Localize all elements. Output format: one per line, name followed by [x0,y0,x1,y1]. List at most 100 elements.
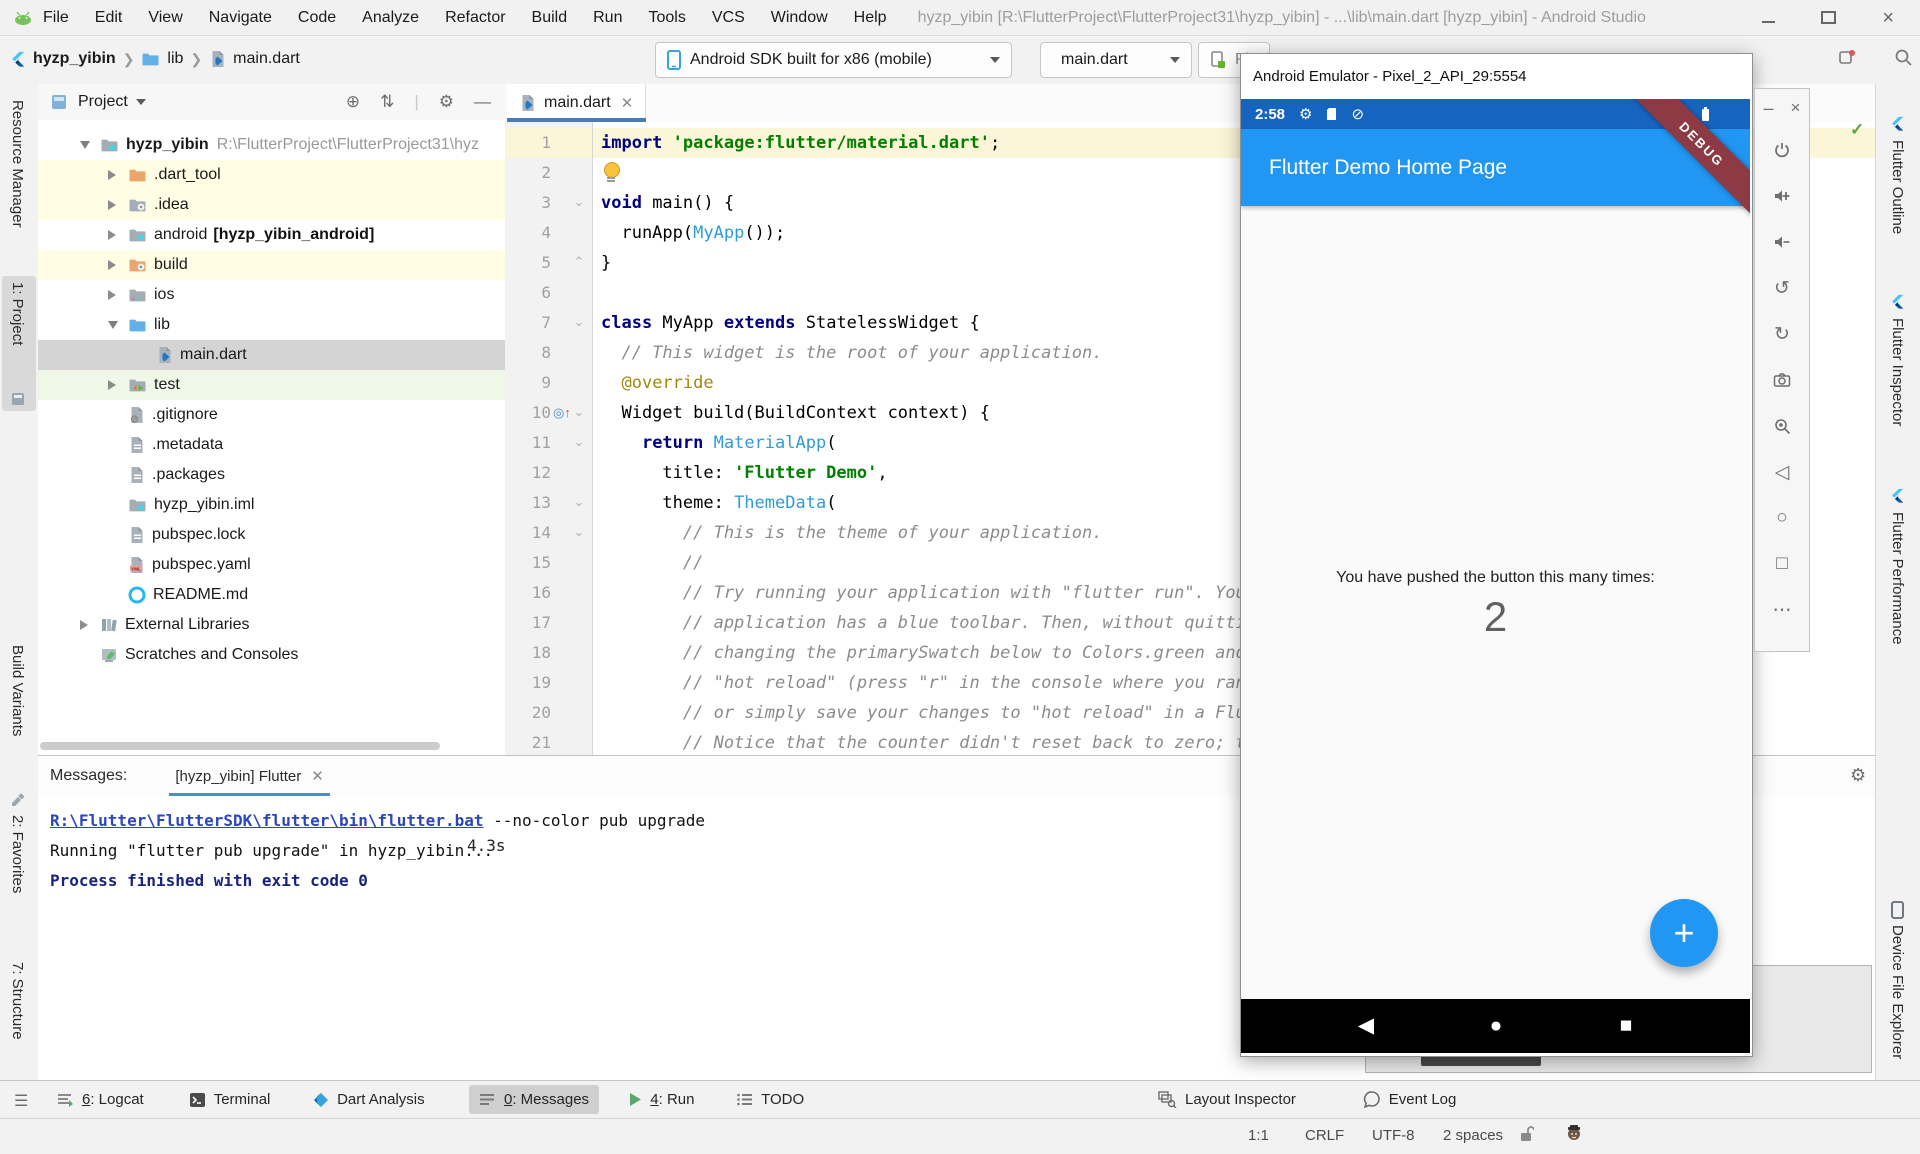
messages-flutter-tab[interactable]: [hyzp_yibin] Flutter ✕ [169,756,329,796]
tree-item-hyzp-yibin[interactable]: hyzp_yibin R:\FlutterProject\FlutterProj… [38,130,505,160]
settings-gear-icon[interactable]: ⚙ [439,92,454,112]
menu-navigate[interactable]: Navigate [196,9,285,27]
collapse-all-icon[interactable]: ⇅ [380,92,394,112]
menu-window[interactable]: Window [758,9,841,27]
notifications-face-icon[interactable] [1565,1124,1583,1142]
emulator-back-icon[interactable]: ◁ [1755,455,1809,489]
fold-marker-icon[interactable]: ⌄ [571,428,587,458]
tree-item-lib[interactable]: lib [38,310,505,340]
fold-marker-icon[interactable]: ⌄ [571,518,587,548]
menu-code[interactable]: Code [285,9,349,27]
tool-window-button-todo[interactable]: TODO [726,1085,814,1114]
tree-item--dart-tool[interactable]: .dart_tool [38,160,505,190]
intention-bulb-icon[interactable] [603,162,619,184]
tree-item-ios[interactable]: ios [38,280,505,310]
editor-tab-main-dart[interactable]: main.dart ✕ [507,84,646,121]
tree-item-pubspec-lock[interactable]: pubspec.lock [38,520,505,550]
menu-view[interactable]: View [135,9,195,27]
status-item-line-ending[interactable]: CRLF [1305,1127,1344,1144]
search-everywhere-icon[interactable] [1894,48,1913,67]
tool-window-button-0-messages[interactable]: 0: Messages [469,1085,599,1114]
emulator-close-icon[interactable]: × [1782,91,1809,125]
menu-file[interactable]: File [30,9,82,27]
chevron-collapsed-icon[interactable] [108,290,126,300]
tool-window-button-4-run[interactable]: 4: Run [618,1085,704,1114]
emulator-rotate-left-icon[interactable]: ↺ [1755,271,1809,305]
fold-marker-icon[interactable]: ⌄ [571,188,587,218]
hide-panel-icon[interactable]: — [474,92,491,112]
attach-debugger-icon[interactable] [1838,48,1856,66]
menu-run[interactable]: Run [580,9,635,27]
fab-increment-button[interactable]: + [1650,899,1718,967]
locate-file-icon[interactable]: ⊕ [346,92,360,112]
menu-vcs[interactable]: VCS [699,9,758,27]
tree-item-build[interactable]: build [38,250,505,280]
emulator-volume-up-icon[interactable] [1755,179,1809,213]
tree-item--gitignore[interactable]: .gitignore [38,400,505,430]
console-file-link[interactable]: R:\Flutter\FlutterSDK\flutter\bin\flutte… [50,811,483,830]
nav-overview-icon[interactable]: ■ [1606,999,1646,1053]
tree-item-scratches-and-consoles[interactable]: Scratches and Consoles [38,640,505,670]
emulator-rotate-right-icon[interactable]: ↻ [1755,317,1809,351]
menu-help[interactable]: Help [841,9,900,27]
stripe-button-flutter-outline[interactable]: Flutter Outline [1889,140,1906,234]
stripe-button-1-project[interactable]: 1: Project [9,282,26,345]
tree-item-hyzp-yibin-iml[interactable]: hyzp_yibin.iml [38,490,505,520]
menu-refactor[interactable]: Refactor [432,9,518,27]
status-item-encoding[interactable]: UTF-8 [1372,1127,1415,1144]
chevron-collapsed-icon[interactable] [80,620,98,630]
emulator-home-icon[interactable]: ○ [1755,501,1809,535]
nav-home-icon[interactable]: ● [1476,999,1516,1053]
close-tab-icon[interactable]: ✕ [311,767,324,785]
close-icon[interactable]: × [1882,12,1894,24]
fold-marker-icon[interactable]: ⌃ [571,248,587,278]
tree-item--metadata[interactable]: .metadata [38,430,505,460]
fold-marker-icon[interactable]: ⌄ [571,308,587,338]
status-item-caret-position[interactable]: 1:1 [1248,1127,1269,1144]
status-button-event-log[interactable]: Event Log [1353,1085,1467,1114]
stripe-button-7-structure[interactable]: 7: Structure [9,962,26,1040]
stripe-button-build-variants[interactable]: Build Variants [9,645,26,736]
chevron-collapsed-icon[interactable] [108,380,126,390]
breadcrumb-item[interactable]: main.dart [233,50,300,68]
write-access-unlock-icon[interactable] [1518,1125,1534,1143]
tool-window-button-dart-analysis[interactable]: Dart Analysis [303,1085,435,1114]
tree-item--packages[interactable]: .packages [38,460,505,490]
tree-item-android[interactable]: android [hyzp_yibin_android] [38,220,505,250]
tree-item-pubspec-yaml[interactable]: YMLpubspec.yaml [38,550,505,580]
minimize-icon[interactable] [1762,13,1775,23]
tree-item--idea[interactable]: .idea [38,190,505,220]
emulator-power-icon[interactable] [1755,133,1809,167]
menu-tools[interactable]: Tools [635,9,698,27]
stripe-button-device-file-explorer[interactable]: Device File Explorer [1889,925,1906,1059]
device-selector[interactable]: Android SDK built for x86 (mobile) [655,42,1012,78]
maximize-icon[interactable] [1821,11,1836,24]
tree-item-external-libraries[interactable]: External Libraries [38,610,505,640]
stripe-button-2-favorites[interactable]: 2: Favorites [9,815,26,893]
fold-marker-icon[interactable]: ⌄ [571,488,587,518]
chevron-collapsed-icon[interactable] [108,260,126,270]
tool-window-stripe-toggle-icon[interactable]: ☰ [14,1091,28,1111]
breadcrumb-item[interactable]: hyzp_yibin [33,50,116,68]
emulator-volume-down-icon[interactable] [1755,225,1809,259]
fold-marker-icon[interactable]: ⌄ [571,398,587,428]
settings-gear-icon[interactable]: ⚙ [1850,765,1866,786]
tool-window-button-6-logcat[interactable]: 6: Logcat [46,1085,154,1114]
status-item-indent[interactable]: 2 spaces [1443,1127,1503,1144]
stripe-button-resource-manager[interactable]: Resource Manager [9,100,26,228]
close-tab-icon[interactable]: ✕ [621,94,634,112]
chevron-collapsed-icon[interactable] [108,230,126,240]
emulator-title-bar[interactable]: Android Emulator - Pixel_2_API_29:5554 [1241,54,1752,98]
chevron-expanded-icon[interactable] [80,141,98,149]
emulator-minimize-icon[interactable]: – [1755,91,1782,125]
status-button-layout-inspector[interactable]: Layout Inspector [1148,1085,1306,1114]
chevron-collapsed-icon[interactable] [108,200,126,210]
emulator-screen[interactable]: 2:58 ⚙ ⊘ Flutter Demo Home Page DEBUG Yo… [1241,99,1750,1055]
emulator-overview-icon[interactable]: □ [1755,547,1809,581]
emulator-more-icon[interactable]: ⋯ [1755,593,1809,627]
override-marker-icon[interactable]: ◎↑ [553,398,571,428]
menu-build[interactable]: Build [519,9,581,27]
run-configuration-selector[interactable]: main.dart [1040,42,1192,78]
stripe-button-flutter-performance[interactable]: Flutter Performance [1889,512,1906,645]
stripe-button-flutter-inspector[interactable]: Flutter Inspector [1889,318,1906,426]
